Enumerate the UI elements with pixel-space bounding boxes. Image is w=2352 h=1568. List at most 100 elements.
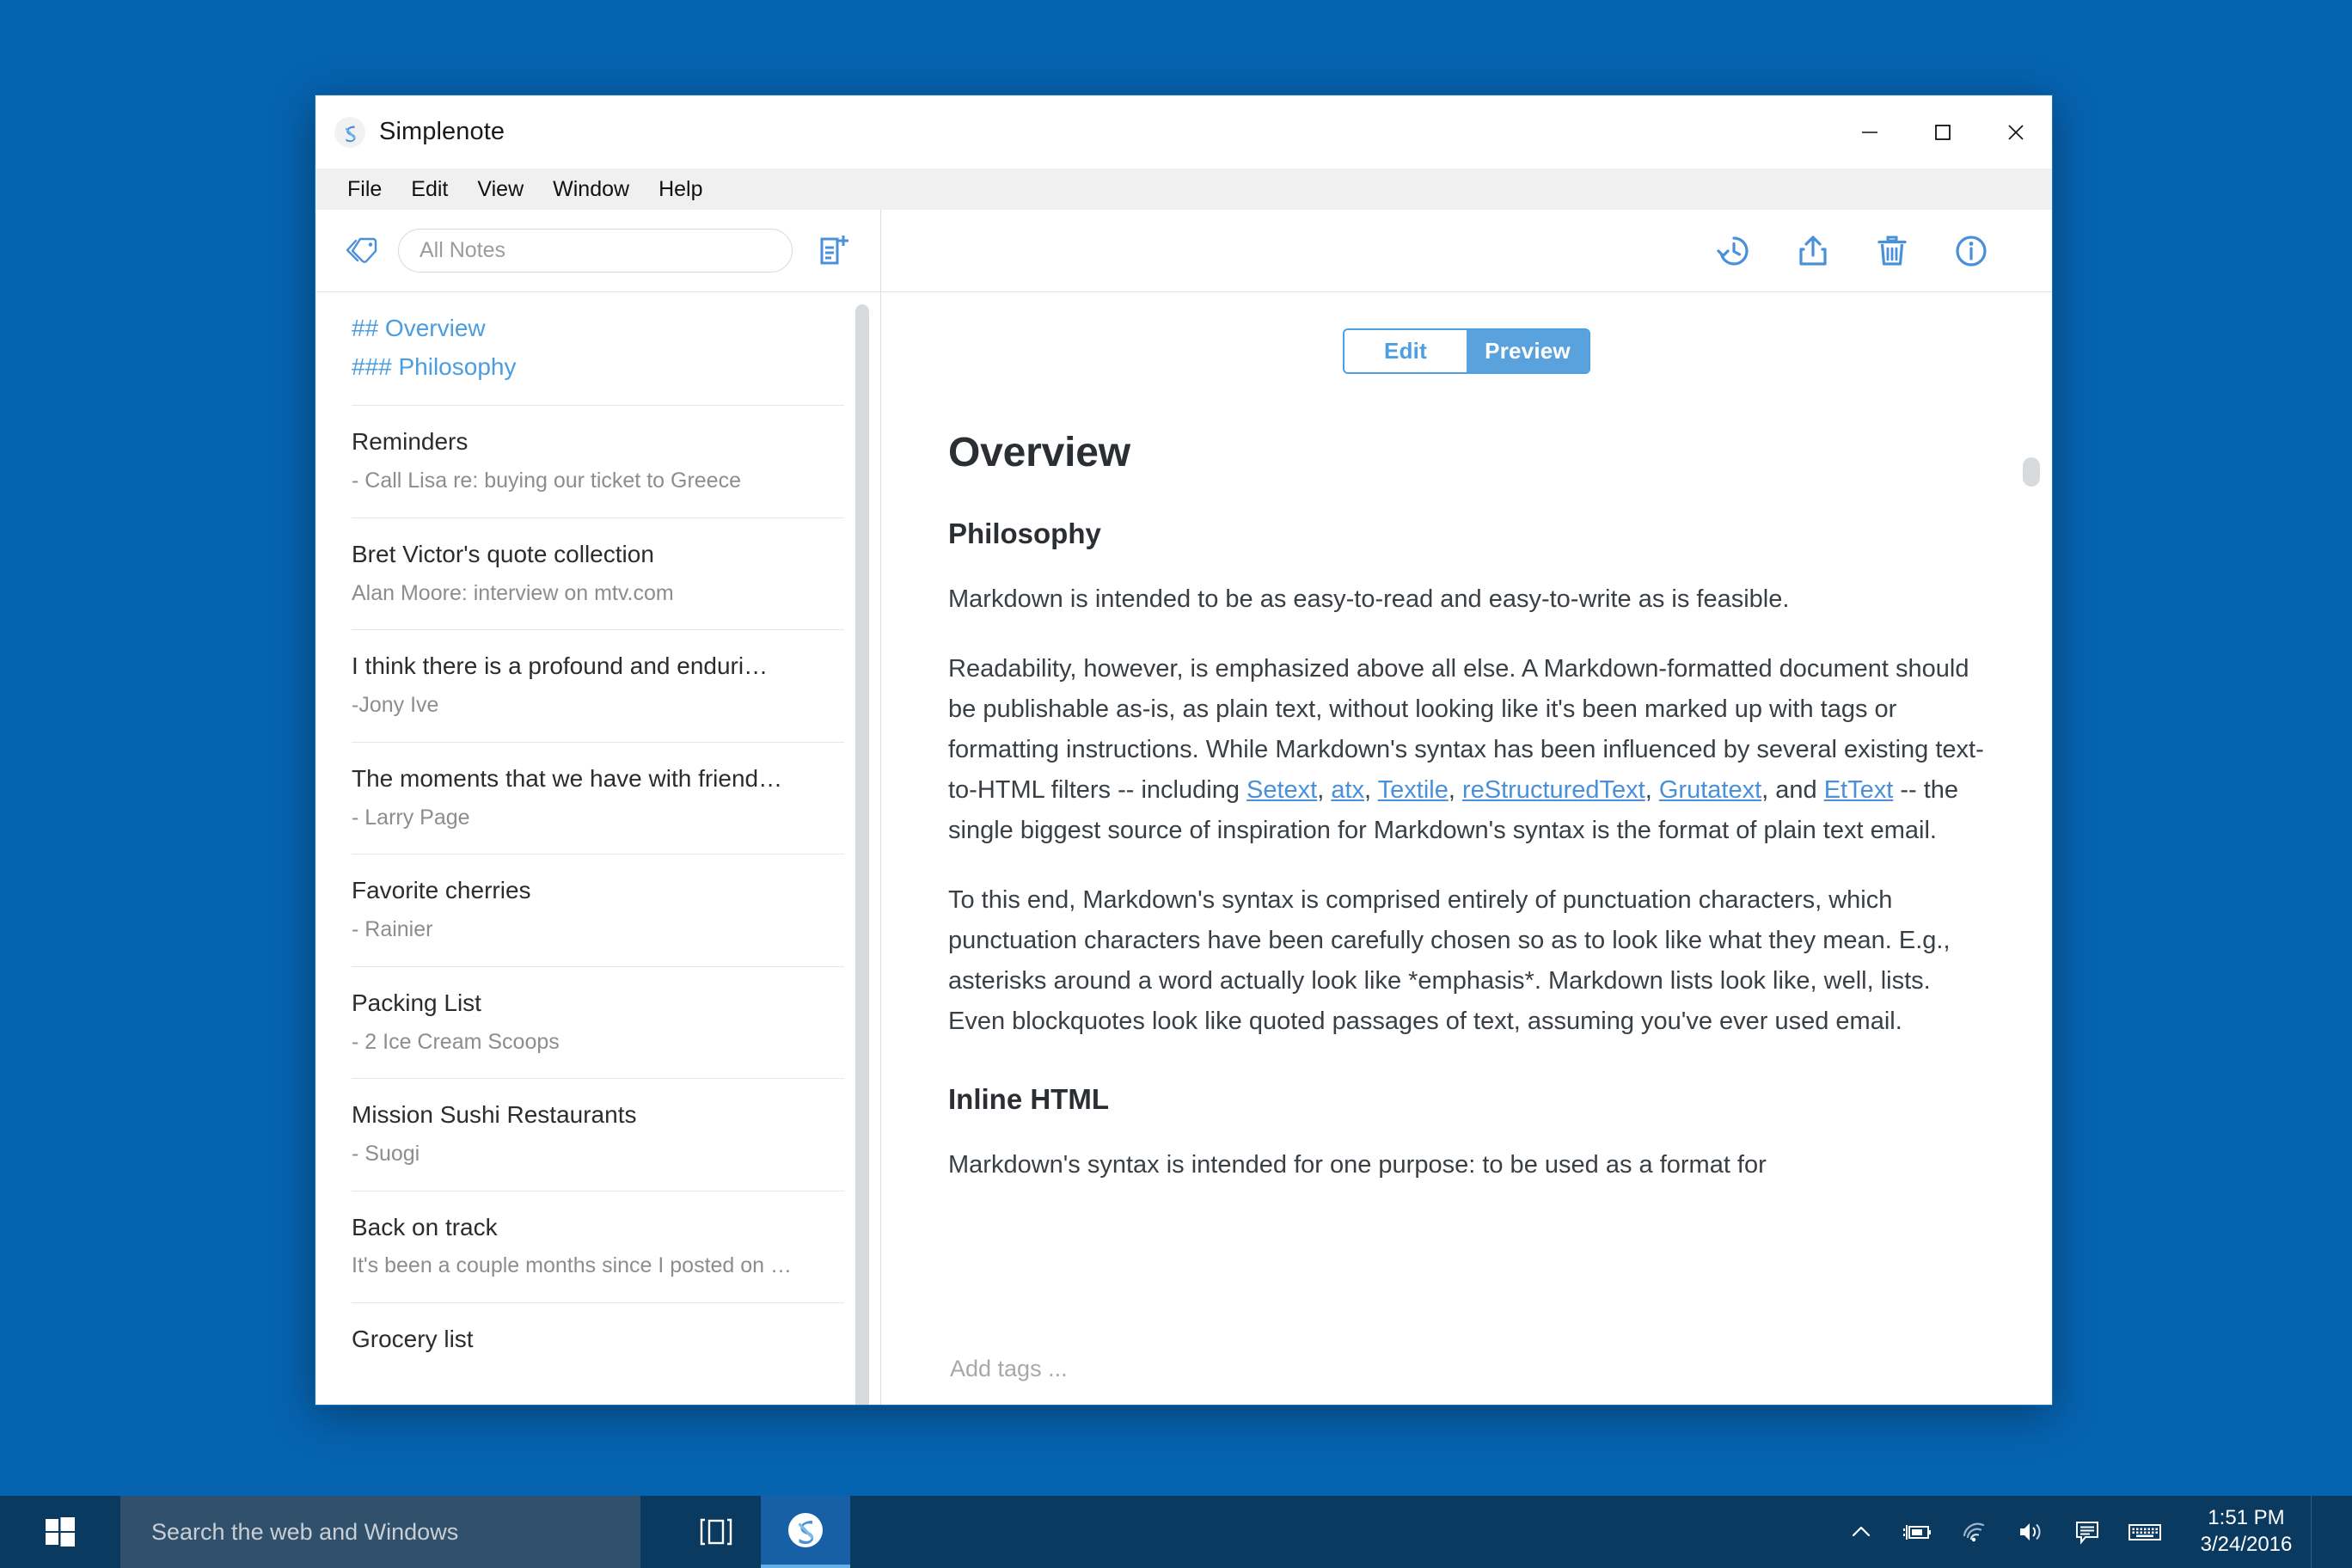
paragraph-1: Markdown is intended to be as easy-to-re… (948, 585, 1790, 613)
clock-date: 3/24/2016 (2200, 1533, 2293, 1556)
info-icon[interactable] (1932, 210, 2011, 292)
note-preview: It's been a couple months since I posted… (352, 1253, 793, 1278)
note-title: Packing List (352, 989, 481, 1016)
window-title: Simplenote (379, 118, 505, 145)
heading-philosophy: Philosophy (948, 518, 1101, 549)
editor-scrollbar-thumb[interactable] (2023, 457, 2040, 487)
menubar: File Edit View Window Help (315, 168, 2052, 210)
minimize-button[interactable] (1833, 95, 1906, 168)
note-preview: - Suogi (352, 1142, 420, 1167)
list-item[interactable]: Grocery list (352, 1303, 844, 1378)
note-preview: - Rainier (352, 917, 433, 942)
menu-item-help[interactable]: Help (644, 172, 717, 207)
windows-start-icon[interactable] (0, 1496, 120, 1568)
window-controls (1833, 95, 2052, 168)
list-item[interactable]: Favorite cherries - Rainier (352, 854, 844, 967)
simplenote-logo-icon (334, 116, 365, 148)
separator: , (1448, 775, 1462, 804)
note-title: The moments that we have with friend… (352, 764, 783, 792)
system-tray: 1:51 PM 3/24/2016 (1833, 1496, 2352, 1568)
list-item[interactable]: Back on track It's been a couple months … (352, 1191, 844, 1303)
list-item[interactable]: Packing List - 2 Ice Cream Scoops (352, 967, 844, 1080)
note-list-pane: ## Overview ### Philosophy Reminders - C… (315, 210, 881, 1405)
action-center-button[interactable] (2311, 1496, 2343, 1568)
link-textile[interactable]: Textile (1378, 776, 1449, 804)
search-input[interactable] (398, 229, 793, 273)
note-preview: - Larry Page (352, 805, 470, 830)
list-item[interactable]: Reminders - Call Lisa re: buying our tic… (352, 406, 844, 518)
list-item[interactable]: I think there is a profound and enduri… … (352, 630, 844, 743)
paragraph-2: Readability, however, is emphasized abov… (948, 649, 1985, 851)
note-title: Bret Victor's quote collection (352, 540, 654, 567)
list-item[interactable]: Mission Sushi Restaurants - Suogi (352, 1079, 844, 1191)
task-view-icon[interactable] (671, 1496, 761, 1568)
menu-item-file[interactable]: File (333, 172, 396, 207)
separator: , (1645, 775, 1659, 804)
simplenote-window: Simplenote File Edit View Window Help Al… (315, 95, 2053, 1406)
link-grutatext[interactable]: Grutatext (1659, 776, 1761, 804)
note-title: Grocery list (352, 1325, 474, 1352)
clock-time: 1:51 PM (2208, 1506, 2285, 1530)
link-restructuredtext[interactable]: reStructuredText (1462, 776, 1645, 804)
note-preview: Alan Moore: interview on mtv.com (352, 580, 674, 605)
note-title: ## Overview (352, 315, 486, 341)
list-item[interactable]: Bret Victor's quote collection Alan Moor… (352, 518, 844, 631)
windows-taskbar: Search the web and Windows 1:51 PM 3/24/… (0, 1496, 2352, 1568)
show-hidden-icons-chevron-icon[interactable] (1833, 1496, 1890, 1568)
separator: , (1317, 775, 1332, 804)
edit-preview-toggle: Edit Preview (1343, 328, 1590, 374)
tab-edit[interactable]: Edit (1344, 330, 1467, 372)
note-title: Mission Sushi Restaurants (352, 1101, 637, 1129)
heading-inline-html: Inline HTML (948, 1082, 1109, 1115)
add-tags-input[interactable] (948, 1354, 1292, 1383)
markdown-preview: Overview Philosophy Markdown is intended… (881, 374, 2052, 1185)
note-title: Favorite cherries (352, 877, 531, 904)
taskbar-search-box[interactable]: Search the web and Windows (120, 1496, 640, 1568)
paragraph-3: To this end, Markdown's syntax is compri… (948, 885, 1951, 1035)
desktop: Simplenote File Edit View Window Help Al… (0, 0, 2352, 1568)
close-button[interactable] (1979, 95, 2052, 168)
note-list-toolbar (315, 210, 880, 292)
separator: , and (1761, 775, 1824, 804)
list-item[interactable]: ## Overview ### Philosophy (352, 292, 844, 407)
share-icon[interactable] (1773, 210, 1853, 292)
taskbar-app-simplenote[interactable] (761, 1496, 850, 1568)
separator: , (1364, 775, 1378, 804)
window-titlebar: Simplenote (315, 95, 2052, 168)
maximize-button[interactable] (1906, 95, 1979, 168)
link-atx[interactable]: atx (1331, 776, 1364, 804)
note-editor-pane: Edit Preview Overview Philosophy Markdow… (881, 210, 2052, 1405)
volume-icon[interactable] (2003, 1496, 2060, 1568)
note-preview: - 2 Ice Cream Scoops (352, 1029, 560, 1054)
note-preview: -Jony Ive (352, 693, 439, 718)
editor-area: Edit Preview Overview Philosophy Markdow… (881, 292, 2052, 1405)
battery-charging-icon[interactable] (1890, 1496, 1946, 1568)
menu-item-edit[interactable]: Edit (396, 172, 462, 207)
new-note-icon[interactable] (808, 234, 860, 268)
action-center-message-icon[interactable] (2060, 1496, 2116, 1568)
tag-icon[interactable] (336, 236, 389, 266)
paragraph-4: Markdown's syntax is intended for one pu… (948, 1150, 1767, 1179)
note-list-scrollbar[interactable] (855, 304, 869, 1405)
editor-toolbar (881, 210, 2052, 292)
menu-item-view[interactable]: View (462, 172, 538, 207)
note-preview: - Call Lisa re: buying our ticket to Gre… (352, 469, 741, 493)
menu-item-window[interactable]: Window (538, 172, 644, 207)
link-setext[interactable]: Setext (1246, 776, 1317, 804)
note-list[interactable]: ## Overview ### Philosophy Reminders - C… (315, 292, 880, 1405)
tab-preview[interactable]: Preview (1467, 330, 1589, 372)
tags-bar (881, 1332, 2052, 1405)
history-icon[interactable] (1694, 210, 1773, 292)
link-ettext[interactable]: EtText (1824, 776, 1894, 804)
note-preview: ### Philosophy (352, 352, 517, 380)
trash-icon[interactable] (1853, 210, 1932, 292)
taskbar-search-placeholder: Search the web and Windows (151, 1518, 459, 1545)
list-item[interactable]: The moments that we have with friend… - … (352, 743, 844, 855)
note-title: I think there is a profound and enduri… (352, 652, 769, 680)
app-body: ## Overview ### Philosophy Reminders - C… (315, 210, 2052, 1405)
page-title: Overview (948, 430, 1130, 475)
taskbar-clock[interactable]: 1:51 PM 3/24/2016 (2182, 1496, 2311, 1568)
note-title: Back on track (352, 1213, 498, 1240)
wifi-icon[interactable] (1946, 1496, 2003, 1568)
touch-keyboard-icon[interactable] (2116, 1496, 2173, 1568)
